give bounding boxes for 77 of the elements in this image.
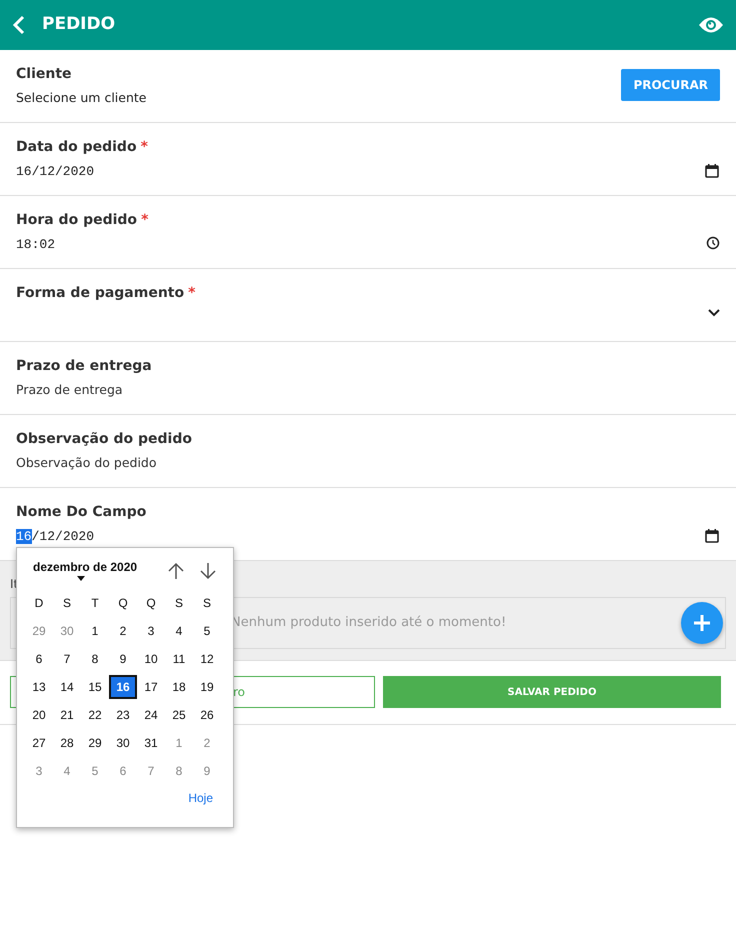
calendar-day[interactable]: 6	[109, 759, 137, 783]
field-label: Cliente	[16, 65, 72, 84]
weekday-label: Q	[145, 595, 157, 612]
calendar-day[interactable]: 7	[137, 759, 165, 783]
calendar-day[interactable]: 10	[137, 647, 165, 671]
calendar-day[interactable]: 28	[53, 731, 81, 755]
calendar-day[interactable]: 6	[25, 647, 53, 671]
field-label: Nome Do Campo	[16, 503, 146, 522]
field-label: Observação do pedido	[16, 430, 192, 449]
field-value: Selecione um cliente	[16, 89, 148, 107]
chevron-down-icon[interactable]	[708, 309, 720, 317]
calendar-icon[interactable]	[704, 528, 720, 544]
calendar-day[interactable]: 3	[25, 759, 53, 783]
calendar-day[interactable]: 17	[137, 675, 165, 699]
calendar-day[interactable]: 3	[137, 619, 165, 643]
calendar-day[interactable]: 7	[53, 647, 81, 671]
field-label: Prazo de entrega	[16, 357, 152, 376]
calendar-day[interactable]: 1	[165, 731, 193, 755]
calendar-day[interactable]: 31	[137, 731, 165, 755]
calendar-day[interactable]: 11	[165, 647, 193, 671]
weekday-label: Q	[117, 595, 129, 612]
calendar-day[interactable]: 23	[109, 703, 137, 727]
calendar-day[interactable]: 4	[53, 759, 81, 783]
calendar-day[interactable]: 20	[25, 703, 53, 727]
calendar-day[interactable]: 26	[193, 703, 221, 727]
calendar-day[interactable]: 29	[81, 731, 109, 755]
field-label: Hora do pedido	[16, 211, 138, 230]
calendar-day[interactable]: 30	[109, 731, 137, 755]
weekday-label: S	[174, 595, 184, 612]
up-arrow-icon[interactable]	[167, 562, 186, 580]
calendar-day[interactable]: 14	[53, 675, 81, 699]
calendar-day[interactable]: 5	[81, 759, 109, 783]
calendar-day[interactable]: 24	[137, 703, 165, 727]
date-field[interactable]: 16/12/2020	[16, 162, 704, 182]
calendar-day[interactable]: 29	[25, 619, 53, 643]
calendar-day[interactable]: 9	[109, 647, 137, 671]
calendar-day[interactable]: 12	[193, 647, 221, 671]
calendar-day[interactable]: 27	[25, 731, 53, 755]
calendar-day[interactable]: 18	[165, 675, 193, 699]
calendar-icon[interactable]	[704, 163, 720, 179]
calendar-day[interactable]: 15	[81, 675, 109, 699]
weekday-label: T	[90, 595, 100, 612]
month-selector[interactable]: dezembro de 2020	[25, 558, 138, 576]
weekday-label: S	[202, 595, 212, 612]
field-label: Data do pedido	[16, 138, 137, 157]
calendar-day[interactable]: 5	[193, 619, 221, 643]
calendar-day[interactable]: 22	[81, 703, 109, 727]
calendar-day[interactable]: 2	[109, 619, 137, 643]
weekday-label: D	[34, 595, 44, 612]
required-mark: *	[141, 211, 148, 230]
calendar-day[interactable]: 1	[81, 619, 109, 643]
app-title: PEDIDO	[42, 13, 116, 36]
today-link[interactable]: Hoje	[188, 791, 213, 805]
time-field[interactable]: 18:02	[16, 235, 706, 254]
eye-icon[interactable]	[698, 16, 724, 34]
calendar-day[interactable]: 8	[81, 647, 109, 671]
date-field[interactable]: 16/12/2020	[16, 527, 704, 546]
required-mark: *	[140, 138, 148, 157]
calendar-day[interactable]: 25	[165, 703, 193, 727]
back-icon[interactable]	[12, 15, 26, 35]
dropdown-caret-icon[interactable]	[77, 576, 86, 581]
calendar-day[interactable]: 13	[25, 675, 53, 699]
calendar-day[interactable]: 30	[53, 619, 81, 643]
calendar-day[interactable]: 19	[193, 675, 221, 699]
weekday-label: S	[62, 595, 72, 612]
calendar-day[interactable]: 2	[193, 731, 221, 755]
add-button[interactable]	[681, 602, 723, 644]
calendar-day[interactable]: 16	[109, 675, 137, 699]
plus-icon	[693, 614, 711, 632]
clock-icon[interactable]	[706, 236, 720, 250]
down-arrow-icon[interactable]	[199, 562, 218, 580]
field-label: Forma de pagamento	[16, 284, 184, 303]
calendar-day[interactable]: 9	[193, 759, 221, 783]
calendar-day[interactable]: 8	[165, 759, 193, 783]
calendar-day[interactable]: 21	[53, 703, 81, 727]
required-mark: *	[188, 284, 196, 303]
calendar-day[interactable]: 4	[165, 619, 193, 643]
